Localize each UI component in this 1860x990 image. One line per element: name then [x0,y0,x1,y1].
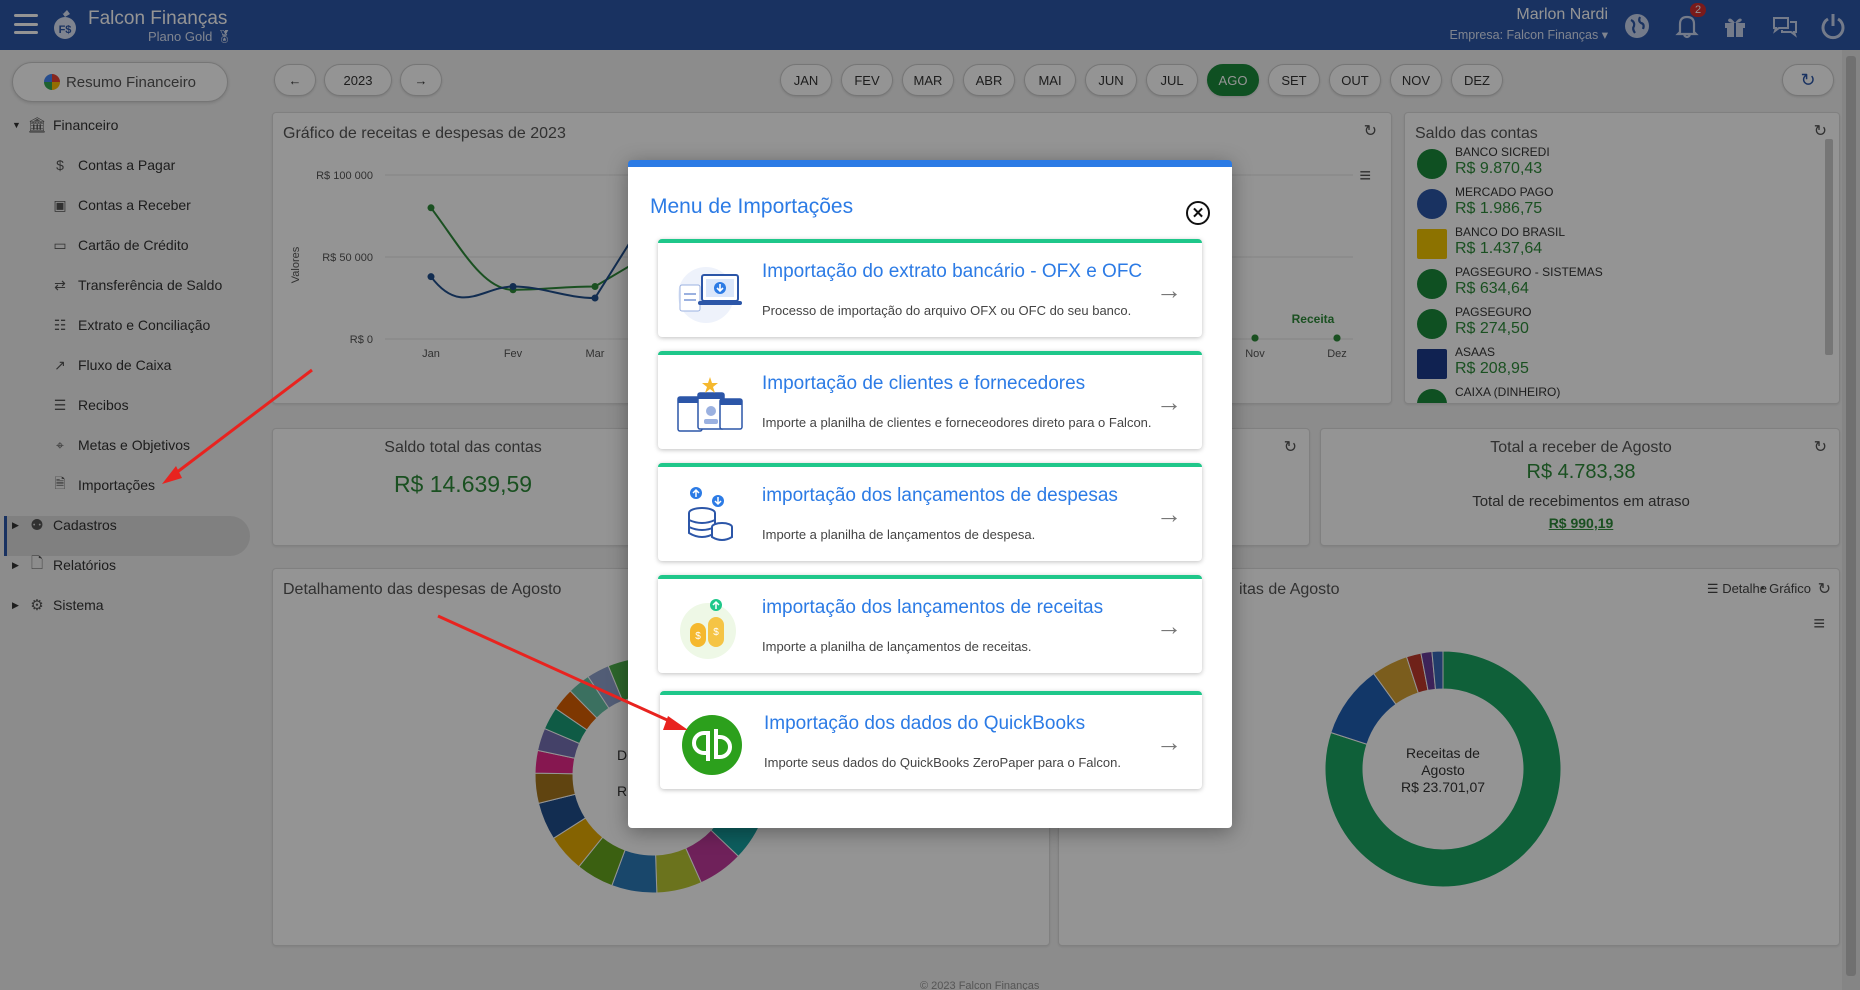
import-clientes-option[interactable]: Importação de clientes e fornecedores Im… [658,351,1202,449]
close-button[interactable]: ✕ [1186,201,1210,225]
option-title: Importação dos dados do QuickBooks [764,713,1086,734]
import-menu-modal: Menu de Importações ✕ Importação do extr… [628,160,1232,828]
option-title: importação dos lançamentos de receitas [762,597,1104,618]
import-receitas-option[interactable]: $ $ importação dos lançamentos de receita… [658,575,1202,673]
import-quickbooks-option[interactable]: Importação dos dados do QuickBooks Impor… [660,691,1202,789]
import-despesas-option[interactable]: importação dos lançamentos de despesas I… [658,463,1202,561]
arrow-right-icon: → [1156,499,1182,529]
arrow-right-icon: → [1156,611,1182,641]
option-desc: Processo de importação do arquivo OFX ou… [762,303,1132,318]
coins-stack-illustration-icon [688,487,733,541]
option-desc: Importe a planilha de lançamentos de des… [762,527,1036,542]
svg-text:$: $ [713,627,719,638]
svg-text:$: $ [695,631,701,642]
footer: © 2023 Falcon Finanças [920,980,1040,990]
option-title: importação dos lançamentos de despesas [762,485,1118,506]
quickbooks-logo-icon [682,715,742,775]
option-desc: Importe a planilha de lançamentos de rec… [762,639,1032,654]
import-ofx-option[interactable]: Importação do extrato bancário - OFX e O… [658,239,1202,337]
arrow-right-icon: → [1156,387,1182,417]
option-title: Importação de clientes e fornecedores [762,373,1086,394]
close-icon: ✕ [1191,205,1205,222]
option-title: Importação do extrato bancário - OFX e O… [762,261,1143,282]
arrow-right-icon: → [1156,727,1182,757]
bank-statement-illustration-icon [678,267,742,323]
option-desc: Importe seus dados do QuickBooks ZeroPap… [764,755,1121,770]
option-desc: Importe a planilha de clientes e fornece… [762,415,1152,430]
clients-illustration-icon [677,377,743,432]
modal-title: Menu de Importações [650,195,854,218]
arrow-right-icon: → [1156,275,1182,305]
gold-coins-illustration-icon: $ $ [680,599,736,659]
